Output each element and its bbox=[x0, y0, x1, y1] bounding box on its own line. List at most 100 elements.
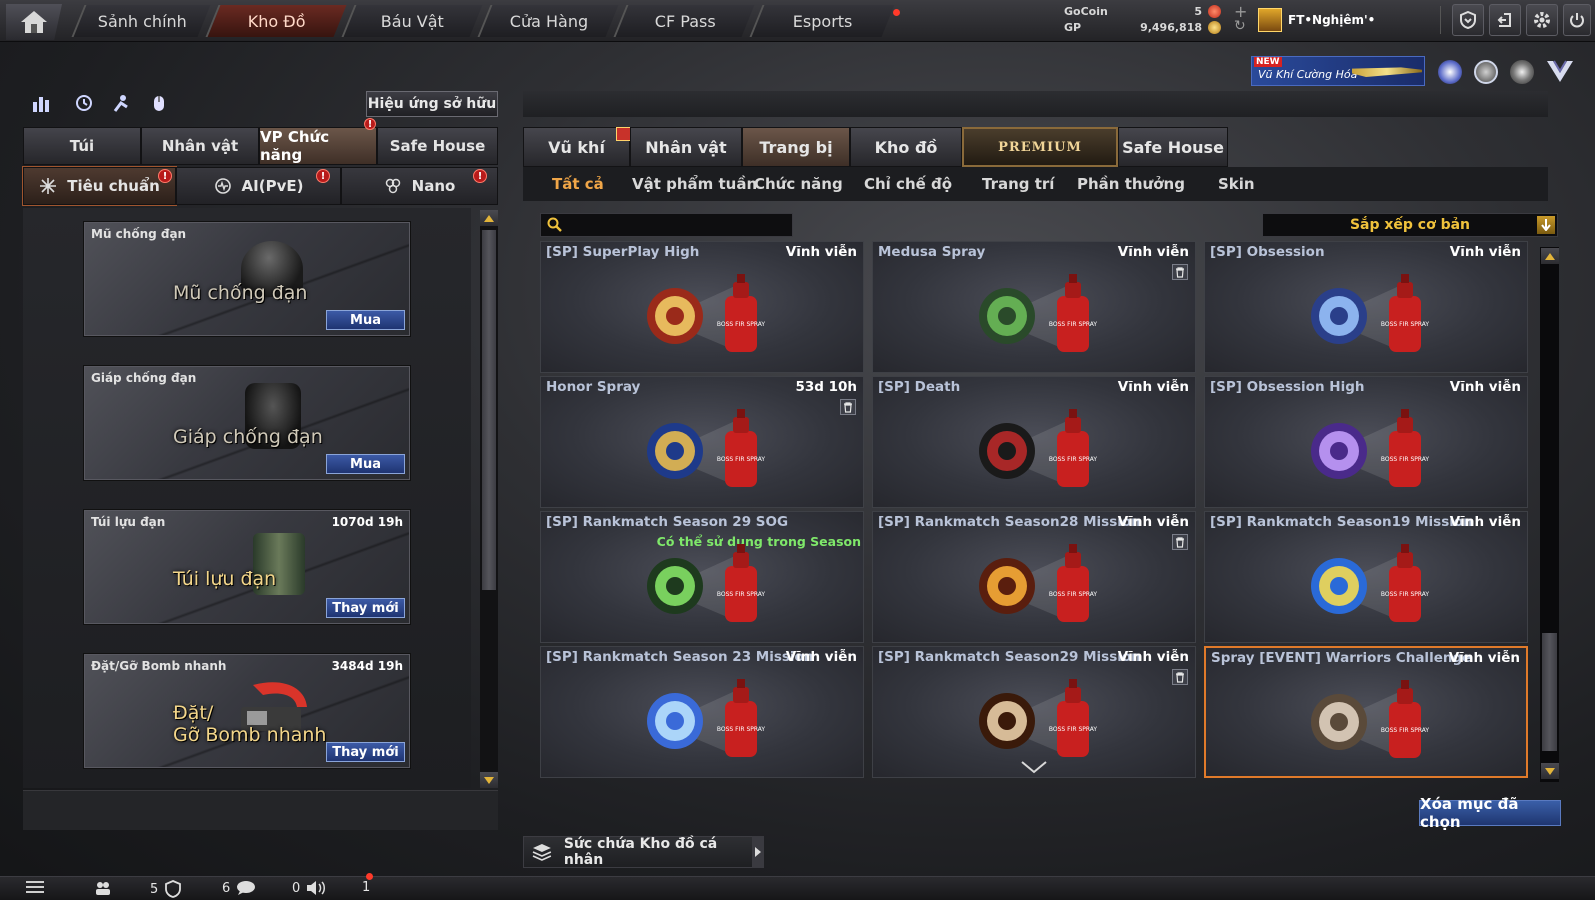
nav-tab-inventory[interactable]: Kho Đồ bbox=[205, 5, 347, 37]
trash-icon[interactable] bbox=[1172, 669, 1188, 685]
nav-tab-label: Esports bbox=[793, 11, 853, 31]
nav-tab-cf-pass[interactable]: CF Pass bbox=[613, 5, 755, 37]
spray-item-card[interactable]: [SP] Rankmatch Season 29 SOG Có thể sử dụ… bbox=[540, 511, 864, 643]
expand-arrow-icon[interactable] bbox=[752, 836, 764, 868]
spray-item-card[interactable]: [SP] SuperPlay High Vĩnh viễn BOSS FIR SPR… bbox=[540, 241, 864, 373]
tab-bag[interactable]: Túi bbox=[23, 127, 141, 165]
tab-premium[interactable]: PREMIUM bbox=[962, 127, 1118, 167]
v-logo-icon[interactable] bbox=[1545, 58, 1575, 84]
menu-list-icon[interactable] bbox=[26, 880, 44, 894]
tab-character[interactable]: Nhân vật bbox=[630, 127, 742, 167]
sort-dropdown[interactable]: Sắp xếp cơ bản bbox=[1262, 213, 1558, 237]
event-emblem-icon[interactable] bbox=[1438, 60, 1462, 84]
home-button[interactable] bbox=[6, 4, 62, 40]
scroll-thumb[interactable] bbox=[1542, 633, 1557, 751]
svg-text:BOSS FIR SPRAY: BOSS FIR SPRAY bbox=[1049, 726, 1098, 733]
character-swap-icon[interactable] bbox=[110, 92, 132, 114]
buy-button[interactable]: Mua bbox=[326, 310, 405, 330]
spray-item-card[interactable]: [SP] Obsession Vĩnh viễn BOSS FIR SPRAY bbox=[1204, 241, 1528, 373]
spray-item-card[interactable]: [SP] Death Vĩnh viễn BOSS FIR SPRAY bbox=[872, 376, 1196, 508]
chat-count-stat[interactable]: 0 bbox=[292, 880, 326, 896]
refresh-icon[interactable]: ↻ bbox=[1234, 18, 1246, 34]
search-field[interactable] bbox=[540, 213, 793, 237]
renew-button[interactable]: Thay mới bbox=[326, 742, 405, 762]
nav-tab-lobby[interactable]: Sảnh chính bbox=[71, 5, 211, 37]
nav-tab-esports[interactable]: Esports bbox=[749, 5, 895, 37]
more-items-chevron-icon[interactable] bbox=[1020, 760, 1048, 774]
scroll-down-arrow[interactable] bbox=[480, 772, 498, 788]
subtab-decoration[interactable]: Trang trí bbox=[982, 171, 1054, 197]
subtab-all[interactable]: Tất cả bbox=[552, 171, 604, 197]
search-input[interactable] bbox=[567, 216, 789, 234]
tab-equipment[interactable]: Trang bị bbox=[742, 127, 850, 167]
gp-value: 9,496,818 bbox=[1140, 21, 1202, 34]
voice-count-stat[interactable]: 1 bbox=[362, 880, 370, 895]
spray-item-card[interactable]: [SP] Obsession High Vĩnh viễn BOSS FIR SPR… bbox=[1204, 376, 1528, 508]
renew-button[interactable]: Thay mới bbox=[326, 598, 405, 618]
scroll-thumb[interactable] bbox=[482, 230, 496, 590]
delete-selected-button[interactable]: Xóa mục đã chọn bbox=[1419, 795, 1561, 831]
subtab-standard[interactable]: Tiêu chuẩn bbox=[22, 166, 177, 206]
spray-item-card[interactable]: [SP] Rankmatch Season 23 Mission Vĩnh viễ… bbox=[540, 646, 864, 778]
tab-safe-house[interactable]: Safe House bbox=[1118, 127, 1228, 167]
ranking-icon[interactable] bbox=[30, 92, 52, 114]
divider bbox=[1440, 6, 1441, 34]
clan-button[interactable] bbox=[1452, 4, 1484, 36]
nav-tab-shop[interactable]: Cửa Hàng bbox=[477, 5, 619, 37]
spray-item-card[interactable]: [SP] Rankmatch Season28 Mission Vĩnh viễn… bbox=[872, 511, 1196, 643]
trash-icon[interactable] bbox=[840, 399, 856, 415]
tab-weapons[interactable]: Vũ khí bbox=[523, 127, 630, 167]
subtab-functional[interactable]: Chức năng bbox=[754, 171, 843, 197]
scroll-up-arrow[interactable] bbox=[480, 210, 498, 226]
spray-item-card[interactable]: Spray [EVENT] Warriors Challenge Vĩnh viễ… bbox=[1204, 646, 1528, 778]
tab-character[interactable]: Nhân vật bbox=[141, 127, 259, 165]
item-name: Giáp chống đạn bbox=[91, 371, 197, 385]
tab-functional-items[interactable]: VP Chức năng bbox=[259, 127, 377, 165]
subtab-skin[interactable]: Skin bbox=[1218, 171, 1255, 197]
promo-banner[interactable]: NEW Vũ Khí Cường Hóa bbox=[1251, 56, 1425, 86]
dropdown-arrow-icon[interactable] bbox=[1537, 216, 1555, 234]
clan-count-stat[interactable]: 6 bbox=[222, 880, 256, 896]
friends-icon[interactable] bbox=[94, 880, 112, 896]
subtab-rewards[interactable]: Phần thưởng bbox=[1077, 171, 1185, 197]
tab-label: Safe House bbox=[389, 137, 486, 155]
spray-item-card[interactable]: [SP] Rankmatch Season29 Mission Vĩnh viễn… bbox=[872, 646, 1196, 778]
power-button[interactable] bbox=[1563, 4, 1591, 36]
friends-count-stat[interactable]: 5 bbox=[150, 880, 182, 898]
target-event-icon[interactable] bbox=[1474, 60, 1498, 84]
item-name: [SP] SuperPlay High bbox=[546, 244, 700, 260]
subtab-mode-only[interactable]: Chỉ chế độ bbox=[864, 171, 952, 197]
nav-tab-treasure[interactable]: Báu Vật bbox=[341, 5, 483, 37]
tab-safe-house[interactable]: Safe House bbox=[377, 127, 498, 165]
player-name: FT•Nghịêm'• bbox=[1288, 13, 1376, 27]
capacity-button[interactable]: Sức chứa Kho đồ cá nhân bbox=[523, 836, 761, 868]
spray-item-card[interactable]: Honor Spray 53d 10h BOSS FIR SPRAY bbox=[540, 376, 864, 508]
badge-event-icon[interactable] bbox=[1510, 60, 1534, 84]
scroll-up-arrow[interactable] bbox=[1541, 248, 1559, 264]
power-icon bbox=[1570, 13, 1584, 28]
settings-button[interactable] bbox=[1526, 4, 1558, 36]
ai-icon bbox=[214, 178, 231, 194]
item-card-quick-bomb[interactable]: Đặt/Gỡ Bomb nhanh 3484d 19h Đặt/ Gỡ Bomb… bbox=[84, 654, 410, 768]
history-icon[interactable] bbox=[73, 92, 95, 114]
spray-item-card[interactable]: Medusa Spray Vĩnh viễn BOSS FIR SPRAY bbox=[872, 241, 1196, 373]
player-profile[interactable]: FT•Nghịêm'• bbox=[1258, 8, 1375, 32]
spray-item-card[interactable]: [SP] Rankmatch Season19 Mission Vĩnh viễn… bbox=[1204, 511, 1528, 643]
item-card-grenade-pouch[interactable]: Túi lựu đạn 1070d 19h Túi lựu đạn Thay m… bbox=[84, 510, 410, 624]
owned-effects-button[interactable]: Hiệu ứng sở hữu bbox=[366, 91, 498, 117]
sparkle-icon bbox=[40, 178, 57, 194]
item-card-helmet[interactable]: Mũ chống đạn Mũ chống đạn Mua bbox=[84, 222, 410, 336]
scroll-down-arrow[interactable] bbox=[1541, 763, 1559, 779]
buy-button[interactable]: Mua bbox=[326, 454, 405, 474]
item-card-vest[interactable]: Giáp chống đạn Giáp chống đạn Mua bbox=[84, 366, 410, 480]
mouse-icon[interactable] bbox=[148, 92, 170, 114]
trash-icon[interactable] bbox=[1172, 534, 1188, 550]
trash-icon[interactable] bbox=[1172, 264, 1188, 280]
subtab-weekly-items[interactable]: Vật phẩm tuần bbox=[632, 171, 757, 197]
hooded-death-emblem-icon: BOSS FIR SPRAY bbox=[959, 403, 1109, 503]
clan-count: 6 bbox=[222, 880, 231, 896]
exit-room-button[interactable] bbox=[1489, 4, 1521, 36]
svg-text:BOSS FIR SPRAY: BOSS FIR SPRAY bbox=[1049, 321, 1098, 328]
left-footer-bar bbox=[23, 790, 498, 830]
tab-storage[interactable]: Kho đồ bbox=[850, 127, 962, 167]
